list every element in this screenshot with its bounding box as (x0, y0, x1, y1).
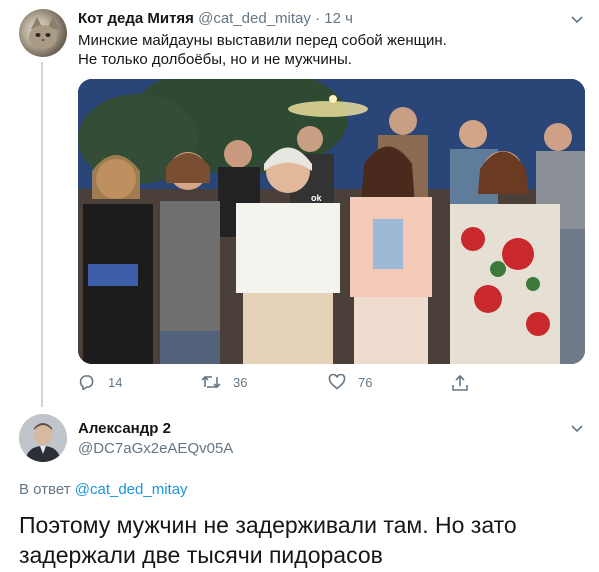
retweet-count: 36 (233, 374, 248, 390)
chevron-down-icon[interactable] (571, 12, 583, 27)
tweet-text-line-1: Минские майдауны выставили перед собой ж… (78, 32, 447, 49)
reply-to-link[interactable]: @cat_ded_mitay (75, 481, 188, 498)
reply-icon (79, 375, 94, 390)
share-button[interactable] (451, 374, 481, 392)
tweet-text: Поэтому мужчин не задерживали там. Но за… (19, 510, 589, 570)
separator-dot: · (315, 10, 321, 27)
tweet-text-line-2: задержали две тысячи пидорасов (19, 542, 383, 568)
reply-context: В ответ @cat_ded_mitay (19, 481, 188, 498)
tweet-photo[interactable]: ok (78, 79, 585, 364)
author-handle[interactable]: @cat_ded_mitay (198, 10, 311, 27)
author-handle[interactable]: @DC7aGx2eAEQv05A (78, 440, 233, 457)
share-icon (452, 374, 468, 391)
reply-button[interactable]: 14 (78, 374, 122, 390)
avatar[interactable] (19, 414, 67, 462)
tweet-actions: 14 36 76 (78, 374, 578, 394)
avatar[interactable] (19, 9, 67, 57)
reply-prefix: В ответ (19, 481, 71, 498)
photo-shirt-logo: ok (311, 193, 322, 203)
tweet-text-line-2: Не только долбоёбы, но и не мужчины. (78, 51, 352, 68)
chevron-down-icon[interactable] (571, 421, 583, 436)
author-name[interactable]: Александр 2 (78, 420, 171, 437)
tweet-text: Минские майдауны выставили перед собой ж… (78, 31, 578, 69)
tweet-original[interactable]: Кот деда Митяя @cat_ded_mitay · 12 ч Мин… (0, 0, 599, 406)
author-name[interactable]: Кот деда Митяя (78, 10, 194, 27)
like-icon (328, 374, 346, 390)
tweet-header: Кот деда Митяя @cat_ded_mitay · 12 ч (78, 10, 353, 28)
tweet-text-line-1: Поэтому мужчин не задерживали там. Но за… (19, 512, 517, 538)
tweet-reply[interactable]: Александр 2 @DC7aGx2eAEQv05A В ответ @ca… (0, 406, 599, 572)
retweet-button[interactable]: 36 (201, 374, 247, 390)
retweet-icon (201, 375, 221, 389)
reply-count: 14 (108, 374, 123, 390)
like-count: 76 (358, 374, 373, 390)
timestamp[interactable]: 12 ч (324, 10, 353, 27)
like-button[interactable]: 76 (328, 374, 372, 390)
